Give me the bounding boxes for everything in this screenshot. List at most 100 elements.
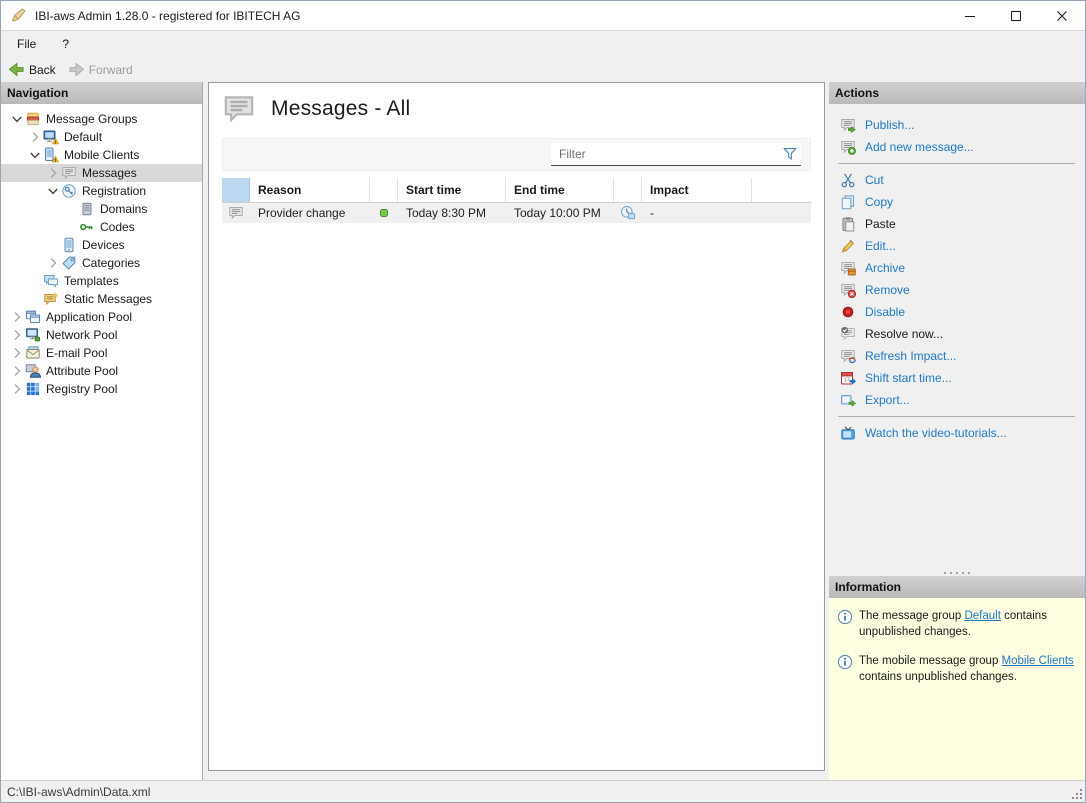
tree-item-e-mail-pool[interactable]: E-mail Pool [1, 344, 202, 362]
info-text-part: The mobile message group [859, 655, 1002, 668]
information-panel: Information The message group Default co… [829, 576, 1085, 780]
column-header-end-time[interactable]: End time [506, 178, 614, 202]
chevron-collapsed-icon[interactable] [9, 309, 25, 325]
resize-grip[interactable] [1070, 787, 1083, 800]
messages-icon [61, 165, 77, 181]
action-copy[interactable]: Copy [829, 191, 1085, 213]
green-dot-icon [370, 203, 398, 223]
group-default-icon [43, 129, 60, 145]
action-label: Copy [865, 195, 894, 209]
column-header-icon[interactable] [222, 178, 250, 202]
action-shift-start-time[interactable]: 17 Shift start time... [829, 367, 1085, 389]
tree-item-registration[interactable]: Registration [1, 182, 202, 200]
tree-item-label: Message Groups [46, 112, 138, 126]
action-disable[interactable]: Disable [829, 301, 1085, 323]
action-edit[interactable]: Edit... [829, 235, 1085, 257]
minimize-button[interactable] [947, 1, 993, 30]
tree-item-default[interactable]: Default [1, 128, 202, 146]
app-window: IBI-aws Admin 1.28.0 - registered for IB… [0, 0, 1086, 803]
forward-button[interactable]: Forward [68, 62, 133, 77]
action-resolve-now[interactable]: Resolve now... [829, 323, 1085, 345]
action-remove[interactable]: Remove [829, 279, 1085, 301]
tree-item-categories[interactable]: Categories [1, 254, 202, 272]
chevron-expanded-icon[interactable] [45, 183, 61, 199]
chevron-collapsed-icon[interactable] [9, 381, 25, 397]
tree-item-domains[interactable]: Domains [1, 200, 202, 218]
tree-item-label: Categories [82, 256, 141, 270]
tree-item-label: Messages [82, 166, 137, 180]
menu-item-[interactable]: ? [62, 37, 69, 51]
tree-item-static-messages[interactable]: Static Messages [1, 290, 202, 308]
panel-splitter-grip[interactable] [829, 569, 1085, 576]
close-button[interactable] [1039, 1, 1085, 30]
column-header-spacer[interactable] [614, 178, 642, 202]
action-label: Disable [865, 305, 906, 319]
chevron-expanded-icon[interactable] [9, 111, 25, 127]
tree-item-devices[interactable]: Devices [1, 236, 202, 254]
column-header-spacer[interactable] [370, 178, 398, 202]
column-header-spacer[interactable] [752, 178, 811, 202]
tree-item-label: Registry Pool [46, 382, 118, 396]
maximize-button[interactable] [993, 1, 1039, 30]
content-header: Messages - All [209, 83, 824, 130]
action-publish[interactable]: Publish... [829, 114, 1085, 136]
devices-icon [61, 237, 77, 253]
column-header-start-time[interactable]: Start time [398, 178, 506, 202]
domains-icon [79, 201, 95, 217]
tree-item-templates[interactable]: Templates [1, 272, 202, 290]
resolve-icon [839, 326, 856, 343]
chevron-collapsed-icon[interactable] [45, 165, 61, 181]
chevron-collapsed-icon[interactable] [45, 255, 61, 271]
main-area: Navigation Message Groups Default Mobile… [1, 82, 1085, 780]
tree-item-application-pool[interactable]: Application Pool [1, 308, 202, 326]
action-label: Resolve now... [865, 327, 944, 341]
tree-item-messages[interactable]: Messages [1, 164, 202, 182]
tree-item-attribute-pool[interactable]: Attribute Pool [1, 362, 202, 380]
tree-item-label: E-mail Pool [46, 346, 108, 360]
chevron-expanded-icon[interactable] [27, 147, 43, 163]
menu-item-file[interactable]: File [17, 37, 36, 51]
back-button[interactable]: Back [8, 62, 56, 77]
column-header-reason[interactable]: Reason [250, 178, 370, 202]
tree-item-codes[interactable]: Codes [1, 218, 202, 236]
codes-icon [79, 219, 95, 235]
chevron-collapsed-icon[interactable] [9, 327, 25, 343]
action-paste[interactable]: Paste [829, 213, 1085, 235]
chevron-collapsed-icon[interactable] [9, 363, 25, 379]
action-add-new-message[interactable]: Add new message... [829, 136, 1085, 158]
templates-icon [43, 273, 59, 289]
table-row-provider-change[interactable]: Provider change Today 8:30 PM Today 10:00 … [222, 203, 811, 223]
action-cut[interactable]: Cut [829, 169, 1085, 191]
action-watch-the-video-tutorials[interactable]: Watch the video-tutorials... [829, 422, 1085, 444]
tree-item-mobile-clients[interactable]: Mobile Clients [1, 146, 202, 164]
action-export[interactable]: Export... [829, 389, 1085, 411]
export-icon [839, 392, 856, 409]
filter-input[interactable] [551, 147, 779, 161]
chevron-collapsed-icon[interactable] [27, 129, 43, 145]
info-text-part: The message group [859, 610, 965, 622]
tree-item-label: Domains [100, 202, 148, 216]
table-header-row: Reason Start time End time Impact [222, 178, 811, 203]
action-archive[interactable]: Archive [829, 257, 1085, 279]
action-refresh-impact[interactable]: Refresh Impact... [829, 345, 1085, 367]
cell-end-time: Today 10:00 PM [514, 206, 601, 220]
group-mobile-icon [43, 147, 60, 163]
tree-item-label: Mobile Clients [64, 148, 140, 162]
cell-reason: Provider change [258, 206, 346, 220]
registry-pool-icon [25, 381, 41, 397]
cell-spacer [752, 203, 811, 223]
refresh-impact-icon [839, 348, 856, 365]
chevron-collapsed-icon[interactable] [9, 345, 25, 361]
column-header-impact[interactable]: Impact [642, 178, 752, 202]
info-link-default[interactable]: Default [964, 610, 1000, 622]
impact-clock-icon [614, 203, 642, 223]
info-item-2: The mobile message group Mobile Clients … [837, 653, 1079, 685]
tree-item-message-groups[interactable]: Message Groups [1, 110, 202, 128]
tree-item-label: Attribute Pool [46, 364, 119, 378]
tree-item-registry-pool[interactable]: Registry Pool [1, 380, 202, 398]
filter-funnel-icon[interactable] [779, 146, 801, 162]
tree-item-label: Network Pool [46, 328, 118, 342]
info-link-mobile-clients[interactable]: Mobile Clients [1002, 655, 1074, 667]
tree-item-network-pool[interactable]: Network Pool [1, 326, 202, 344]
